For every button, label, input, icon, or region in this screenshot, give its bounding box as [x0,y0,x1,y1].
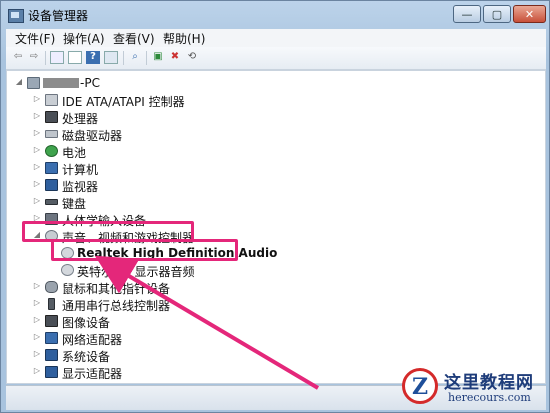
watermark: Z 这里教程网 herecours.com [398,364,548,410]
annotation-arrow [94,255,320,390]
watermark-logo-glyph: Z [411,374,429,400]
arrow-line [94,255,320,390]
watermark-logo: Z [402,368,438,404]
watermark-site: herecours.com [448,391,531,404]
watermark-name: 这里教程网 [444,373,534,393]
